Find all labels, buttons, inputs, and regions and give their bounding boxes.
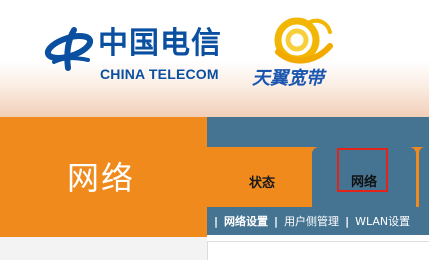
tab-status-label: 状态 [248,176,275,191]
section-title: 网络 [67,159,136,197]
tab-status[interactable]: 状态 [222,152,302,207]
carrier-name-cn: 中国电信 [98,26,222,61]
tab-network[interactable]: 网络 [312,147,416,207]
sub-nav-separator: | [214,214,219,228]
subnav-item-wlan-settings[interactable]: WLAN设置 [355,213,410,229]
sub-nav-separator: | [274,214,279,228]
tianyi-swirl-logo-icon [274,17,333,64]
subnav-item-user-side-management[interactable]: 用户侧管理 [284,213,339,229]
nav-top-strip [207,117,429,147]
sub-nav-separator: | [345,214,350,228]
product-name-cn: 天翼宽带 [252,68,324,89]
carrier-name-en: CHINA TELECOM [100,66,219,82]
tab-network-label: 网络 [350,175,377,190]
header-banner: 中国电信 CHINA TELECOM 天翼宽带 [0,0,429,117]
sub-nav-items: | 网络设置 | 用户侧管理 | WLAN设置 [214,212,416,230]
left-strip [0,237,207,260]
router-admin-page: 中国电信 CHINA TELECOM 天翼宽带 网络 状态 网络 | 网络设置 … [0,0,429,260]
china-telecom-logo-icon [44,27,94,71]
subnav-item-network-settings[interactable]: 网络设置 [224,213,268,229]
content-frame [207,241,429,260]
tab-next-edge[interactable] [419,147,429,207]
